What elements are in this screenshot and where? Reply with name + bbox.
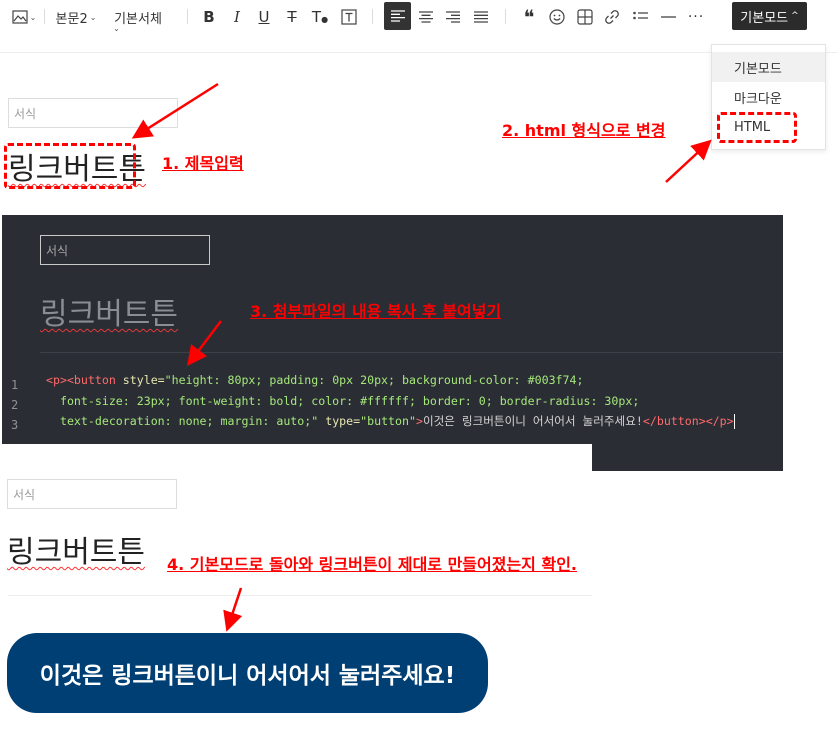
underline-button[interactable]: U: [253, 4, 275, 30]
code-attribute: style=: [122, 373, 165, 387]
line-number: 3: [11, 418, 19, 432]
link-button[interactable]: [601, 4, 623, 30]
emoji-button[interactable]: [546, 4, 568, 30]
align-center-button[interactable]: [415, 4, 437, 30]
code-line-2: font-size: 23px; font-weight: bold; colo…: [46, 391, 735, 412]
code-tag: </button></p>: [642, 414, 734, 428]
align-right-icon: [446, 11, 460, 23]
tag-input-placeholder: 서식: [13, 487, 36, 502]
code-text: 이것은 링크버튼이니 어서어서 눌러주세요!: [422, 414, 643, 428]
chevron-down-icon: ⌄: [29, 12, 37, 22]
tag-input-placeholder: 서식: [46, 243, 69, 258]
editor-mode-label: 기본모드: [740, 10, 789, 26]
paragraph-style-select[interactable]: 본문2 ⌄: [52, 4, 100, 30]
align-justify-icon: [474, 11, 488, 23]
more-dots-icon: ···: [687, 9, 705, 25]
post-title[interactable]: 링크버트튼: [7, 527, 145, 571]
text-color-button[interactable]: T●: [308, 4, 332, 30]
underline-icon: U: [258, 8, 270, 26]
italic-icon: I: [234, 8, 240, 26]
toolbar-divider: [372, 9, 373, 24]
more-options-button[interactable]: ···: [685, 4, 707, 30]
html-code-area[interactable]: <p><button style="height: 80px; padding:…: [46, 370, 735, 432]
strikethrough-icon: T: [287, 8, 297, 26]
bullet-list-icon: [632, 11, 648, 23]
toolbar-divider: [187, 9, 188, 24]
table-icon: [577, 9, 593, 25]
line-number: 1: [11, 378, 19, 392]
align-right-button[interactable]: [442, 4, 464, 30]
code-string: font-size: 23px; font-weight: bold; colo…: [46, 393, 640, 408]
align-left-button[interactable]: [384, 2, 411, 30]
quote-button[interactable]: ❝: [518, 4, 540, 30]
chevron-down-icon: ⌄: [89, 12, 97, 22]
title-divider: [8, 595, 592, 596]
tag-input[interactable]: 서식: [8, 98, 178, 128]
annotation-html-highlight: [717, 112, 797, 143]
quote-icon: ❝: [523, 5, 535, 29]
html-editor-panel: 서식 링크버트튼 1 2 3 <p><button style="height:…: [2, 215, 783, 444]
list-button[interactable]: [629, 4, 651, 30]
editor-toolbar: ⌄ 본문2 ⌄ 기본서체 ⌄ B I U T T● ❝ ··· 기본모드 ^: [0, 0, 837, 36]
code-line-1: <p><button style="height: 80px; padding:…: [46, 370, 735, 391]
code-tag: >: [415, 414, 423, 428]
toolbar-divider: [505, 9, 506, 24]
link-icon: [604, 9, 620, 25]
link-button-preview[interactable]: 이것은 링크버튼이니 어서어서 눌러주세요!: [7, 633, 488, 713]
mode-option-markdown[interactable]: 마크다운: [712, 82, 825, 112]
text-background-button[interactable]: [338, 4, 360, 30]
code-attribute: type=: [318, 414, 361, 428]
text-color-icon: T●: [311, 8, 329, 26]
tag-input[interactable]: 서식: [7, 479, 177, 509]
code-string: text-decoration: none; margin: auto;": [46, 414, 319, 428]
post-title[interactable]: 링크버트튼: [40, 289, 178, 333]
code-tag: <p><button: [46, 373, 123, 387]
text-cursor: [733, 414, 735, 429]
annotation-step-4: 4. 기본모드로 돌아와 링크버튼이 제대로 만들어졌는지 확인.: [167, 555, 577, 574]
paragraph-style-label: 본문2: [55, 11, 88, 27]
italic-button[interactable]: I: [226, 4, 248, 30]
align-justify-button[interactable]: [470, 4, 492, 30]
title-divider: [40, 352, 783, 353]
code-string: "button": [360, 414, 416, 428]
code-string: "height: 80px; padding: 0px 20px; backgr…: [164, 373, 584, 387]
horizontal-rule-button[interactable]: [657, 4, 679, 30]
align-center-icon: [419, 11, 433, 23]
align-left-icon: [390, 10, 405, 22]
smiley-icon: [549, 9, 565, 25]
annotation-step-2: 2. html 형식으로 변경: [502, 121, 666, 140]
text-background-icon: [341, 9, 357, 25]
code-line-3: text-decoration: none; margin: auto;" ty…: [46, 411, 735, 432]
toolbar-divider: [44, 9, 45, 24]
image-insert-button[interactable]: ⌄: [8, 4, 40, 30]
arrow-to-html-option: [665, 139, 712, 183]
strikethrough-button[interactable]: T: [281, 4, 303, 30]
annotation-step-3: 3. 첨부파일의 내용 복사 후 붙여넣기: [250, 302, 502, 321]
bold-button[interactable]: B: [198, 4, 220, 30]
html-editor-panel-tail: [592, 444, 783, 471]
annotation-title-highlight: [4, 143, 136, 189]
arrow-to-button: [223, 587, 243, 632]
annotation-step-1: 1. 제목입력: [162, 154, 244, 173]
image-icon: [12, 10, 28, 24]
chevron-up-icon: ^: [791, 11, 799, 21]
table-button[interactable]: [574, 4, 596, 30]
line-number-gutter: 1 2 3: [11, 375, 18, 435]
line-number: 2: [11, 398, 19, 412]
chevron-down-icon: ⌄: [113, 23, 120, 33]
tag-input-placeholder: 서식: [14, 106, 37, 121]
editor-mode-button[interactable]: 기본모드 ^: [732, 2, 807, 30]
bold-icon: B: [203, 8, 215, 26]
tag-input[interactable]: 서식: [40, 235, 210, 265]
mode-option-basic[interactable]: 기본모드: [712, 52, 825, 82]
horizontal-line-icon: [660, 15, 676, 19]
